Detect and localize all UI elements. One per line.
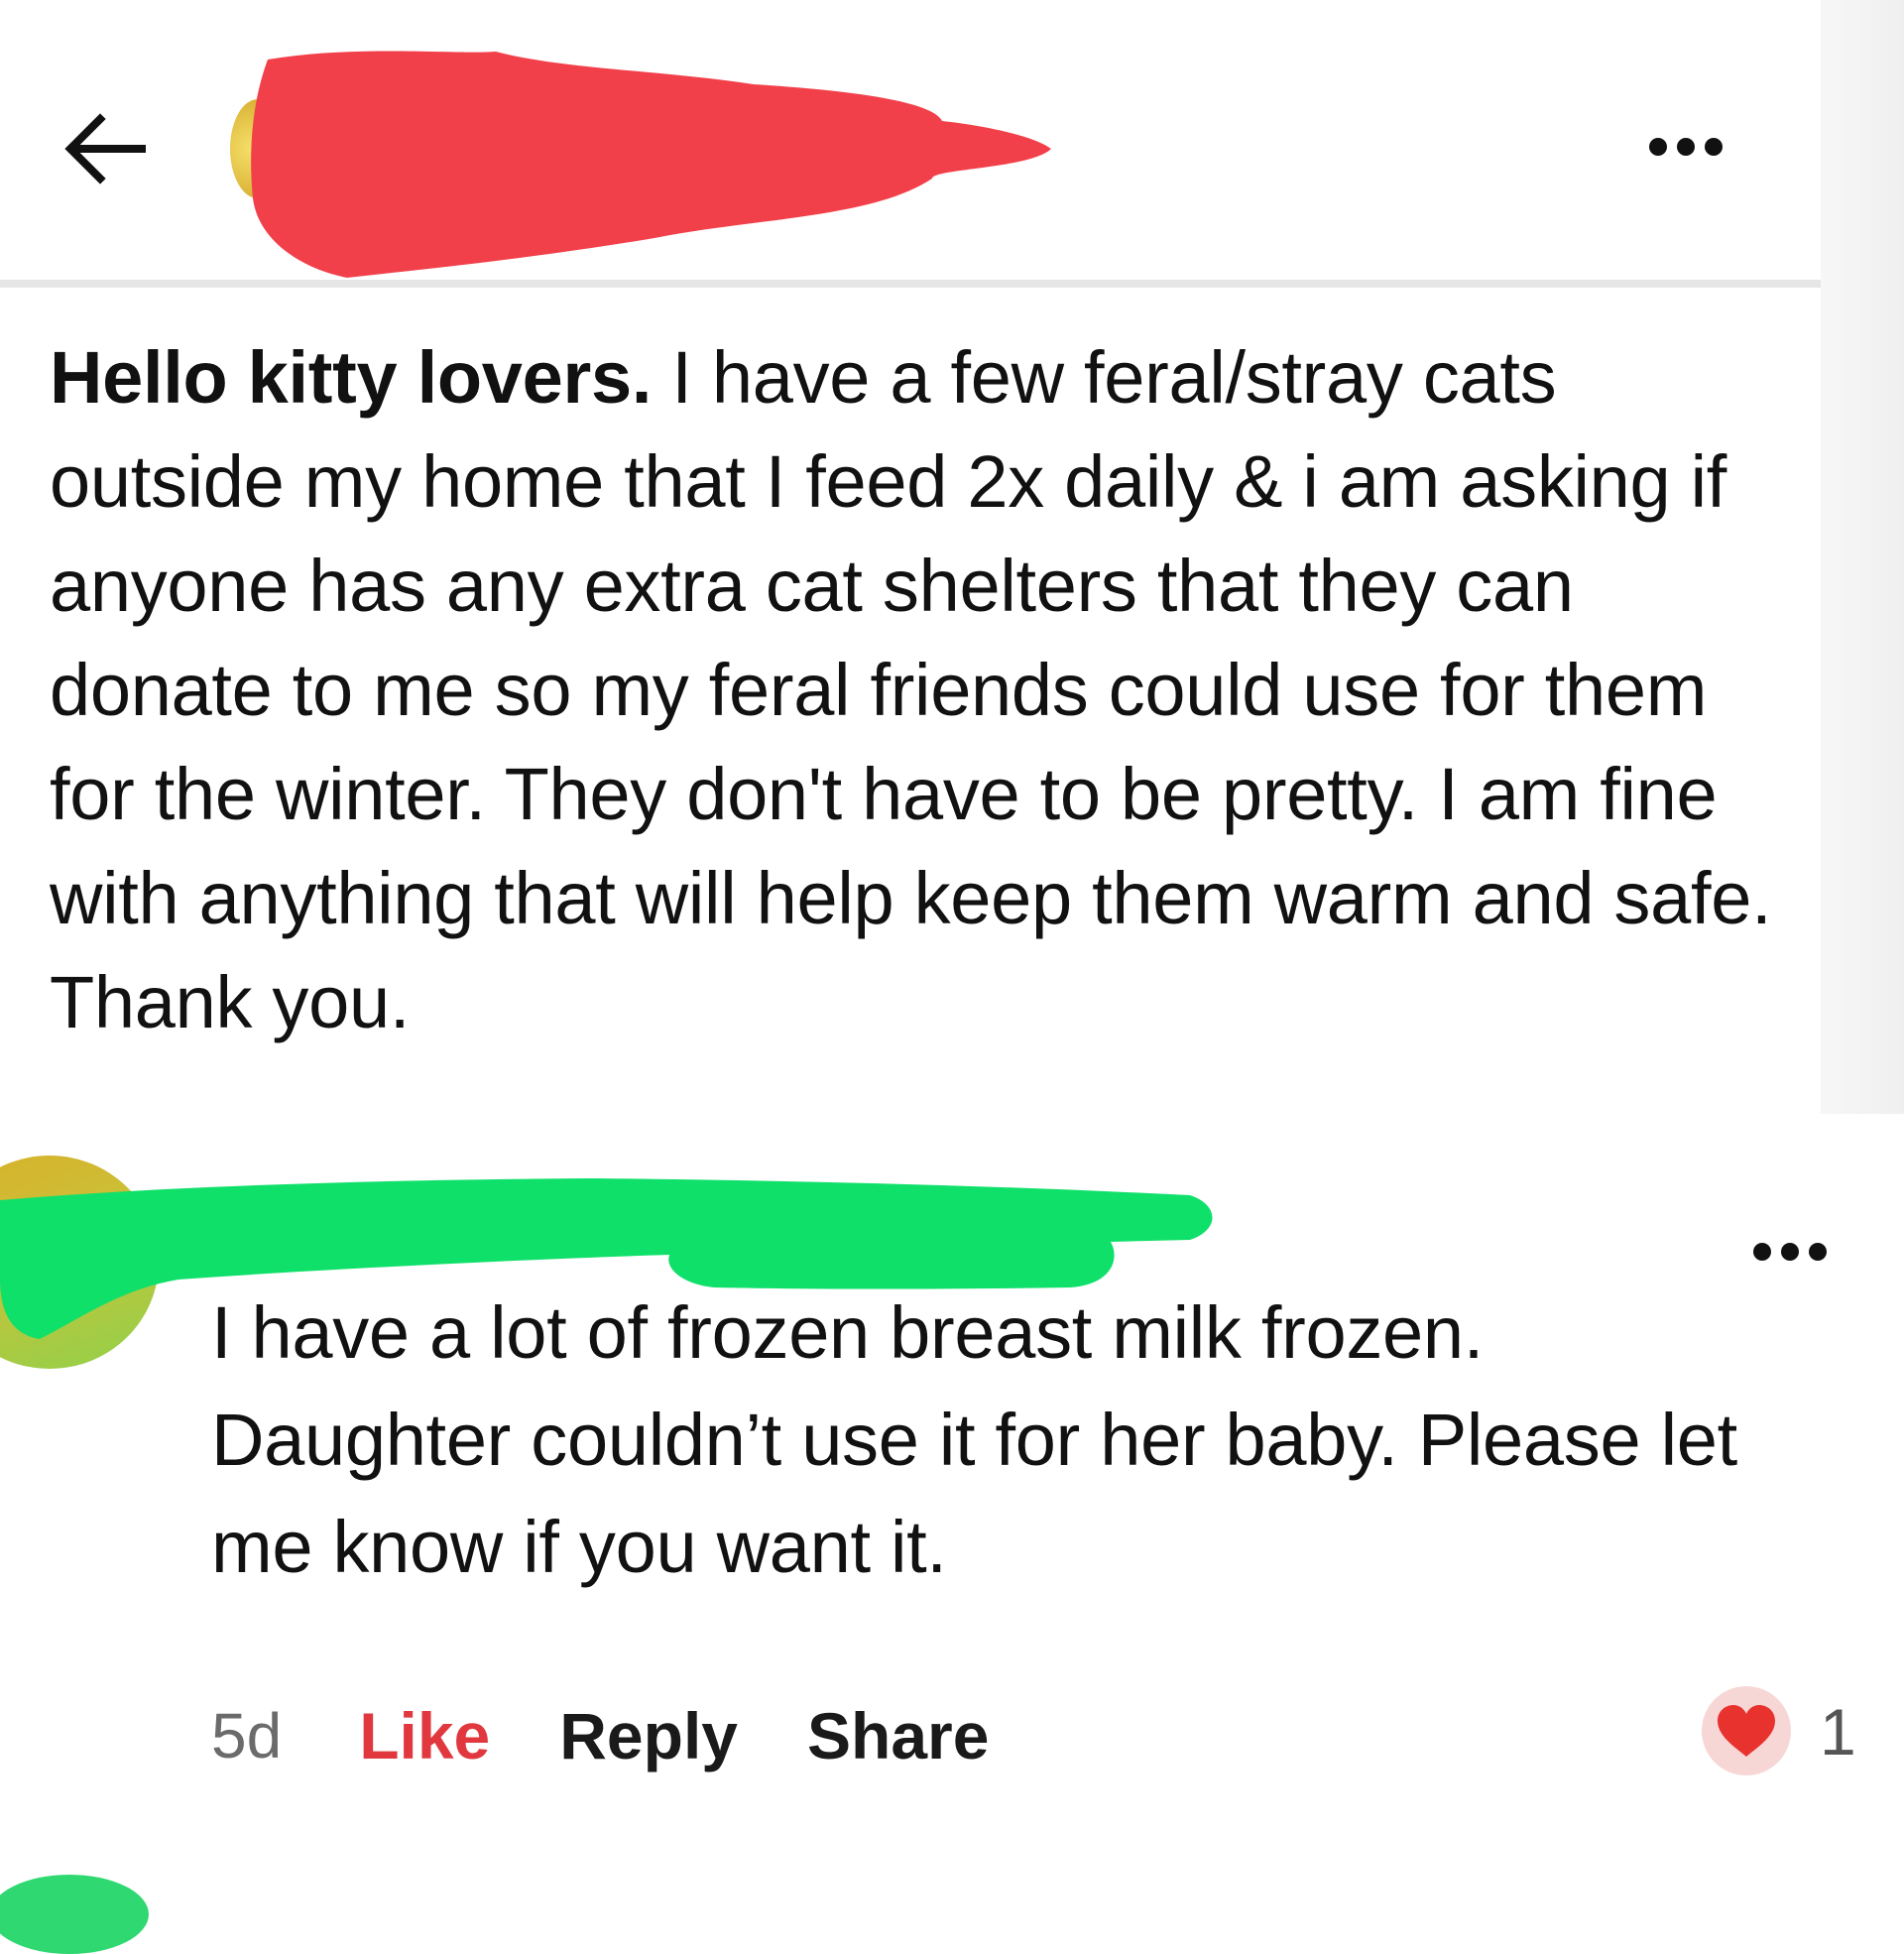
heart-icon [1718,1705,1775,1757]
post-text-body: I have a few feral/stray cats outside my… [50,336,1772,1043]
post-text-lead: Hello kitty lovers. [50,336,653,419]
comment-actions: 5d Like Reply Share [211,1686,1058,1785]
reaction-badge[interactable] [1702,1686,1791,1775]
reaction-count: 1 [1820,1695,1856,1769]
comment-text: I have a lot of frozen breast milk froze… [211,1291,1737,1588]
arrow-left-icon [64,113,146,184]
post-more-button[interactable] [1636,117,1735,177]
more-horizontal-icon [1649,138,1723,156]
back-button[interactable] [55,99,154,198]
comment-more-button[interactable] [1740,1222,1840,1282]
post-text: Hello kitty lovers. I have a few feral/s… [50,325,1795,1054]
reply-button[interactable]: Reply [559,1698,738,1773]
comment-timestamp: 5d [211,1700,283,1771]
next-commenter-avatar[interactable] [0,1875,149,1954]
edge-shade [1821,0,1904,1114]
author-name-redaction [251,51,1051,278]
share-button[interactable]: Share [807,1698,989,1773]
more-horizontal-icon [1753,1243,1827,1261]
like-button[interactable]: Like [359,1698,490,1773]
